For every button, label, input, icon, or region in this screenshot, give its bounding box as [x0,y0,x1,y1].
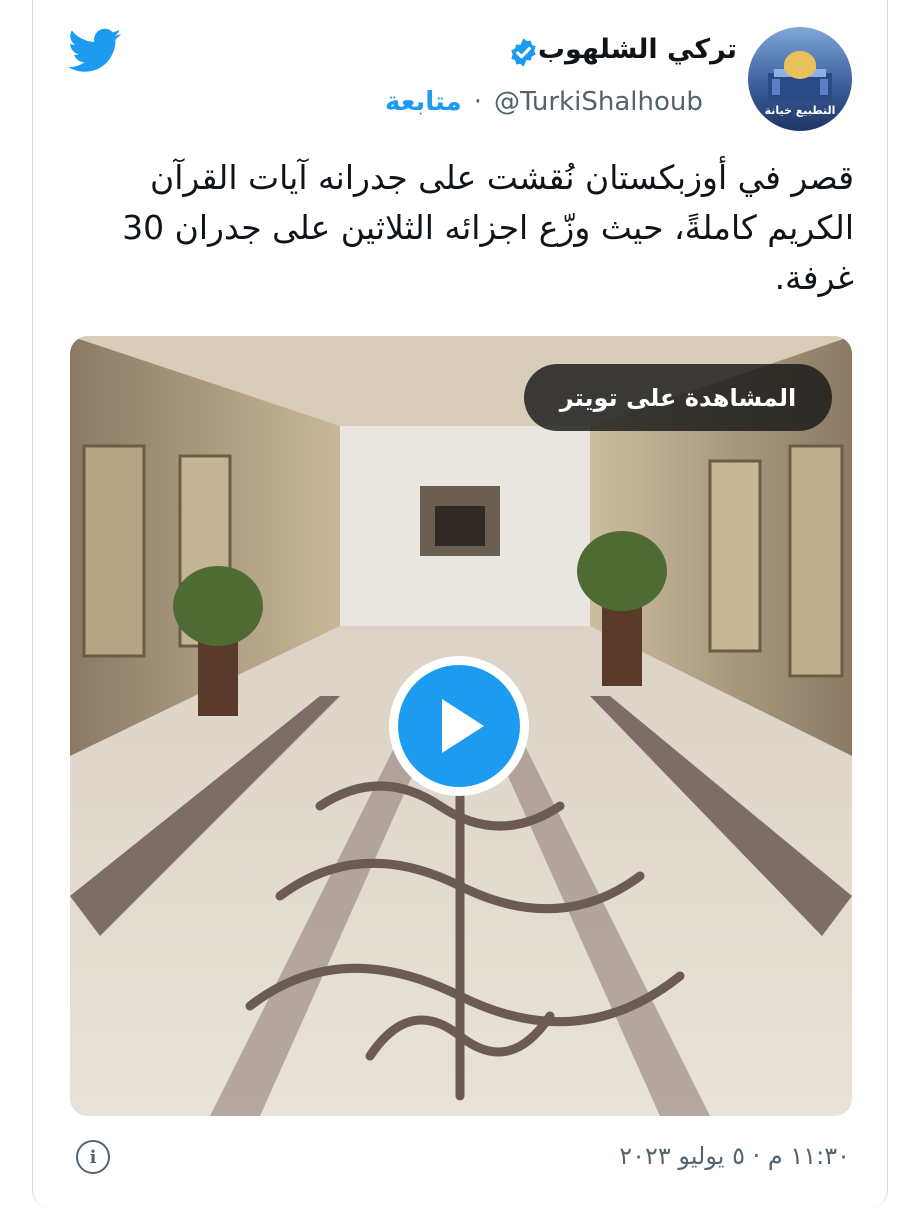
separator-dot: · [473,87,482,117]
tweet-timestamp[interactable]: ١١:٣٠ م · ٥ يوليو ٢٠٢٣ [619,1142,850,1170]
avatar[interactable]: التطبيع خيانة [748,27,852,131]
watch-on-twitter-button[interactable]: المشاهدة على تويتر [524,364,832,431]
verified-badge-icon [511,38,536,67]
follow-button[interactable]: متابعة [385,87,462,117]
handle-row: متابعة · @TurkiShalhoub [385,85,703,119]
avatar-caption: التطبيع خيانة [764,104,836,117]
info-icon[interactable]: i [76,1140,110,1174]
user-handle[interactable]: @TurkiShalhoub [494,87,703,117]
display-name[interactable]: تركي الشلهوب [538,34,737,65]
play-button[interactable] [389,656,529,796]
play-button-circle [398,665,520,787]
twitter-bird-icon[interactable] [68,28,122,74]
play-icon [442,699,484,753]
tweet-text: قصر في أوزبكستان نُقشت على جدرانه آيات ا… [122,158,854,297]
